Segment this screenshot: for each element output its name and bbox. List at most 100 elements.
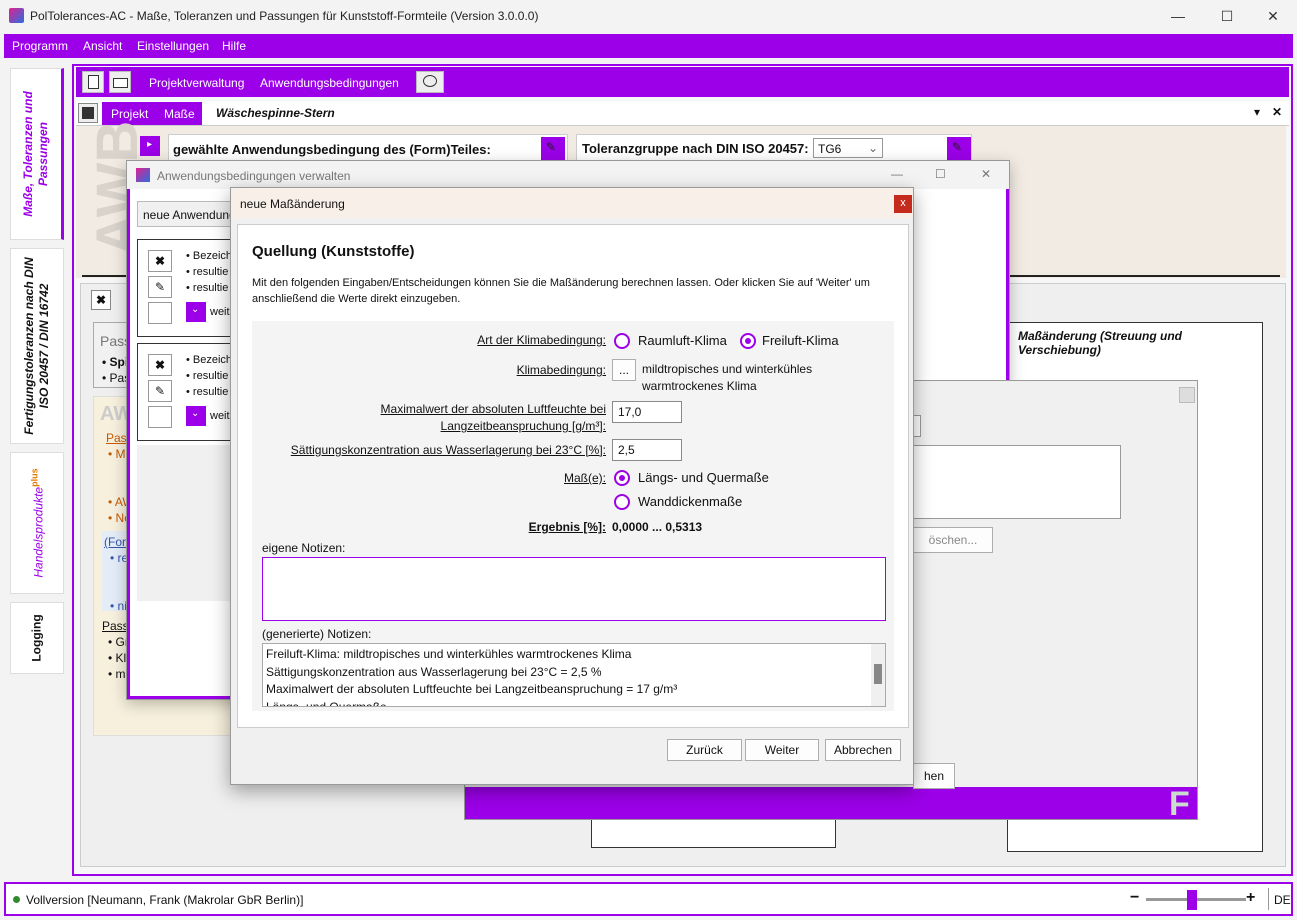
sidebar-tab-fertigung-label: Fertigungstoleranzen nach DIN ISO 20457 … (22, 257, 51, 435)
input-area: Art der Klimabedingung: Raumluft-Klima F… (252, 321, 894, 711)
folder-icon (113, 78, 128, 88)
zoom-plus-button[interactable]: + (1246, 889, 1255, 907)
sidebar-tab-logging-label: Logging (29, 614, 44, 662)
projektverwaltung-link[interactable]: Projektverwaltung (149, 76, 244, 90)
secondary-close-button[interactable] (1179, 387, 1195, 403)
passung-spi: • Spi (102, 355, 129, 369)
save-icon (82, 107, 94, 119)
project-name: Wäschespinne-Stern (216, 106, 335, 120)
app-logo-icon (136, 168, 150, 182)
delete-icon[interactable]: ✖ (148, 354, 172, 376)
window-title: PolTolerances-AC - Maße, Toleranzen und … (30, 9, 539, 23)
chevron-down-icon: ⌄ (867, 141, 878, 155)
toleranz-select[interactable]: TG6 ⌄ (813, 138, 883, 158)
menu-einstellungen[interactable]: Einstellungen (137, 39, 209, 53)
status-text: Vollversion [Neumann, Frank (Makrolar Gb… (26, 893, 304, 907)
edit-anwendung-button[interactable]: ✎ (541, 137, 565, 161)
edit-toleranz-button[interactable]: ✎ (947, 137, 971, 161)
new-file-button[interactable] (82, 71, 104, 93)
menu-ansicht[interactable]: Ansicht (83, 39, 122, 53)
schliessen-button[interactable]: hen (913, 763, 955, 789)
zoom-slider-thumb[interactable] (1186, 890, 1197, 910)
laengs-label: Längs- und Quermaße (638, 470, 769, 485)
awv-titlebar: Anwendungsbedingungen verwalten — ☐ ✕ (127, 161, 1009, 189)
project-tab-row: Projekt Maße Wäschespinne-Stern ▾ ✕ (76, 101, 1289, 126)
zoom-minus-button[interactable]: − (1130, 889, 1139, 907)
chevron-down-icon: ⌄ (191, 304, 200, 315)
plus-badge: plus (29, 468, 40, 487)
copy-icon[interactable] (148, 406, 172, 428)
neue-anwendung-label: neue Anwendung (143, 208, 236, 222)
pencil-icon: ✎ (546, 140, 557, 154)
notizen-textarea[interactable] (262, 557, 886, 621)
maximize-button[interactable]: ☐ (1217, 8, 1237, 25)
list-item: • m (108, 667, 126, 681)
copy-icon[interactable] (148, 302, 172, 324)
tab-dropdown-icon[interactable]: ▾ (1254, 105, 1260, 119)
watermark-f: F (1169, 785, 1190, 823)
item-line: • Bezeich (186, 354, 233, 366)
sidebar-tab-handel-label: Handelsprodukte (31, 486, 46, 578)
klima-value: mildtropisches und winterkühles warmtroc… (642, 362, 813, 393)
klimaart-label: Art der Klimabedingung: (477, 333, 606, 347)
awv-minimize[interactable]: — (891, 167, 903, 181)
language-label[interactable]: DE (1274, 893, 1291, 907)
freiluft-radio[interactable] (740, 333, 756, 349)
status-bar: Vollversion [Neumann, Frank (Makrolar Gb… (4, 882, 1293, 916)
feuchte-input[interactable]: 17,0 (612, 401, 682, 423)
sidebar-tab-handel[interactable]: Handelsprodukteplus (10, 452, 64, 594)
weiter-button[interactable]: Weiter (745, 739, 819, 761)
title-bar: PolTolerances-AC - Maße, Toleranzen und … (0, 0, 1297, 32)
minimize-button[interactable]: — (1168, 8, 1188, 24)
gen-line: Sättigungskonzentration aus Wasserlageru… (266, 664, 602, 679)
saett-label: Sättigungskonzentration aus Wasserlageru… (290, 443, 606, 457)
gen-line: Maximalwert der absoluten Luftfeuchte be… (266, 682, 678, 696)
scrollbar-thumb[interactable] (874, 664, 882, 684)
menu-hilfe[interactable]: Hilfe (222, 39, 246, 53)
secondary-textarea[interactable] (913, 445, 1121, 519)
menu-programm[interactable]: Programm (12, 39, 68, 53)
pencil-icon[interactable]: ✎ (148, 380, 172, 402)
item-line: • resultie (186, 282, 229, 294)
help-bubble-button[interactable] (416, 71, 444, 93)
tab-projekt[interactable]: Projekt (111, 107, 148, 121)
expand-item-button[interactable]: ⌄ (186, 302, 206, 322)
raumluft-radio[interactable] (614, 333, 630, 349)
anwendungsbedingungen-link[interactable]: Anwendungsbedingungen (260, 76, 399, 90)
sidebar-tab-logging[interactable]: Logging (10, 602, 64, 674)
sidebar-tab-masse[interactable]: Maße, Toleranzen und Passungen (10, 68, 64, 240)
item-line: • resultie (186, 370, 229, 382)
tab-close-icon[interactable]: ✕ (1272, 105, 1282, 119)
new-file-icon (88, 75, 99, 89)
masse-label: Maß(e): (564, 471, 606, 485)
awv-maximize[interactable]: ☐ (935, 167, 946, 181)
pencil-icon[interactable]: ✎ (148, 276, 172, 298)
klima-picker-button[interactable]: ... (612, 359, 636, 381)
wand-radio[interactable] (614, 494, 630, 510)
zurueck-button[interactable]: Zurück (667, 739, 742, 761)
delete-icon[interactable]: ✖ (148, 250, 172, 272)
secondary-input[interactable] (913, 415, 921, 437)
list-item: • Kl (108, 651, 127, 665)
dialog-intro: Mit den folgenden Eingaben/Entscheidunge… (252, 277, 870, 305)
massaenderung-title: Maßänderung (Streuung und Verschiebung) (1018, 329, 1182, 357)
tab-masse[interactable]: Maße (164, 107, 195, 121)
expand-button[interactable]: ▸ (140, 136, 160, 156)
menu-bar: Programm Ansicht Einstellungen Hilfe (4, 34, 1293, 58)
abbrechen-button[interactable]: Abbrechen (825, 739, 901, 761)
saett-input[interactable]: 2,5 (612, 439, 682, 461)
laengs-radio[interactable] (614, 470, 630, 486)
toleranz-panel: Toleranzgruppe nach DIN ISO 20457: TG6 ⌄… (576, 134, 972, 162)
delete-icon[interactable]: ✖ (91, 290, 111, 310)
sidebar-tab-fertigung[interactable]: Fertigungstoleranzen nach DIN ISO 20457 … (10, 248, 64, 444)
dialog-close-button[interactable]: x (894, 195, 912, 213)
scrollbar[interactable] (871, 644, 885, 706)
close-button[interactable]: ✕ (1263, 8, 1283, 25)
open-folder-button[interactable] (109, 71, 131, 93)
play-icon: ▸ (147, 139, 153, 150)
gen-notizen-box[interactable]: Freiluft-Klima: mildtropisches und winte… (262, 643, 886, 707)
expand-item-button[interactable]: ⌄ (186, 406, 206, 426)
item-line: • Bezeich (186, 250, 233, 262)
loeschen-button[interactable]: öschen... (913, 527, 993, 553)
awv-close[interactable]: ✕ (981, 167, 991, 181)
